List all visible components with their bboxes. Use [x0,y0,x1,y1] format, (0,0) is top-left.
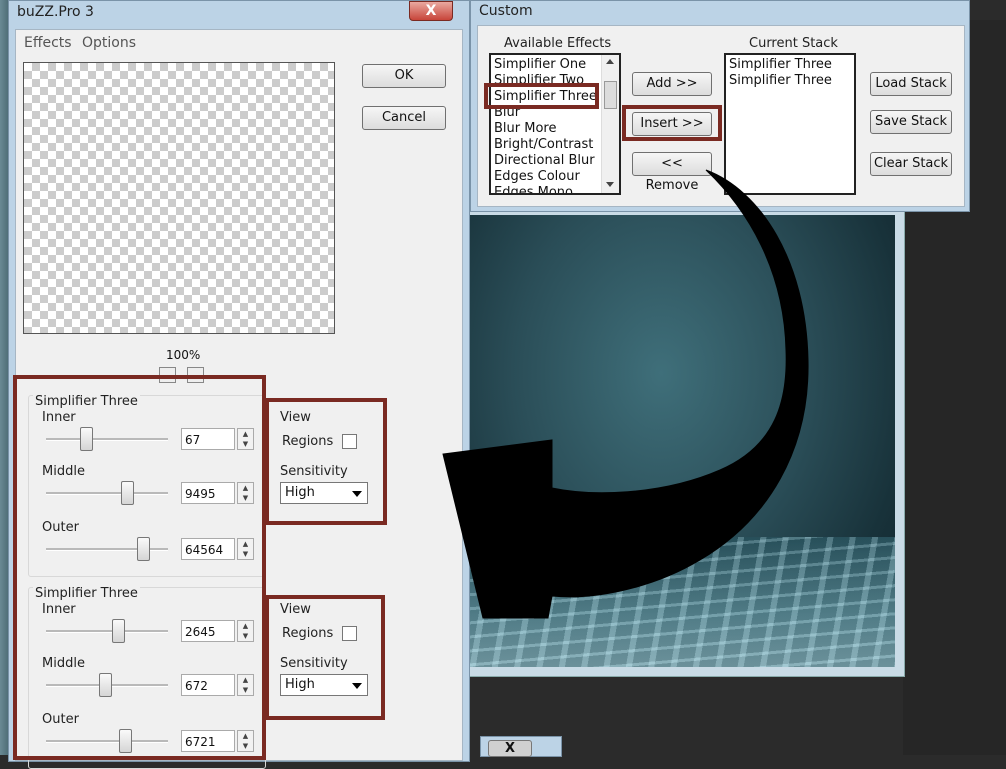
curved-arrow-annotation [442,169,809,619]
arrow-icon [442,169,809,619]
